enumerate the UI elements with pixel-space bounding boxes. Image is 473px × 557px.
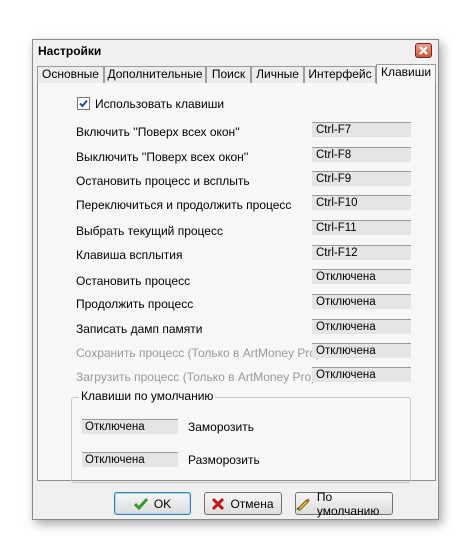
hotkey-label-save-process: Сохранить процесс (Только в ArtMoney Pro…: [76, 346, 321, 360]
close-button[interactable]: [415, 43, 432, 58]
hotkey-field-memory-dump[interactable]: Отключена: [312, 319, 411, 334]
freeze-label: Заморозить: [188, 420, 255, 434]
unfreeze-label: Разморозить: [188, 453, 260, 467]
hotkey-field-switch-continue[interactable]: Ctrl-F10: [312, 195, 411, 210]
unfreeze-hotkey-field[interactable]: Отключена: [82, 452, 178, 467]
hotkey-label-switch-continue: Переключиться и продолжить процесс: [76, 198, 292, 212]
cancel-button[interactable]: Отмена: [204, 492, 282, 515]
title-bar: Настройки: [33, 40, 438, 62]
tab-interface[interactable]: Интерфейс: [304, 66, 376, 83]
hotkey-label-stop-and-popup: Остановить процесс и всплыть: [76, 174, 250, 188]
x-icon: [212, 497, 225, 510]
hotkey-label-continue-process: Продолжить процесс: [76, 297, 194, 311]
default-hotkeys-group: [71, 397, 411, 483]
hotkey-label-on-top-disable: Выключить ''Поверх всех окон'': [76, 150, 249, 164]
use-hotkeys-checkbox[interactable]: [77, 97, 90, 110]
hotkey-label-stop-process: Остановить процесс: [76, 274, 191, 288]
tab-search[interactable]: Поиск: [206, 66, 251, 83]
hotkey-label-on-top-enable: Включить ''Поверх всех окон'': [76, 125, 240, 139]
default-button[interactable]: По умолчанию: [295, 489, 393, 518]
hotkey-label-popup-key: Клавиша всплытия: [76, 248, 183, 262]
pen-icon: [296, 497, 310, 511]
hotkey-field-select-process[interactable]: Ctrl-F11: [312, 220, 411, 235]
hotkey-field-on-top-disable[interactable]: Ctrl-F8: [312, 147, 411, 162]
window-title: Настройки: [38, 44, 102, 58]
tab-personal[interactable]: Личные: [251, 66, 304, 83]
use-hotkeys-label: Использовать клавиши: [95, 97, 225, 111]
close-icon: [419, 46, 428, 55]
tab-additional[interactable]: Дополнительные: [104, 66, 206, 83]
check-icon: [133, 497, 148, 510]
ok-button[interactable]: OK: [114, 492, 191, 515]
hotkey-field-save-process: Отключена: [312, 343, 411, 358]
default-hotkeys-title: Клавиши по умолчанию: [79, 389, 216, 403]
hotkey-label-memory-dump: Записать дамп памяти: [76, 322, 203, 336]
settings-dialog: Настройки Основные Дополнительные Поиск …: [32, 39, 439, 520]
hotkey-label-select-process: Выбрать текущий процесс: [76, 224, 223, 238]
default-button-label: По умолчанию: [316, 489, 380, 518]
ok-button-label: OK: [153, 496, 172, 511]
hotkey-field-load-process: Отключена: [312, 367, 411, 382]
hotkey-field-stop-and-popup[interactable]: Ctrl-F9: [312, 171, 411, 186]
hotkey-field-on-top-enable[interactable]: Ctrl-F7: [312, 122, 411, 137]
hotkey-field-stop-process[interactable]: Отключена: [312, 269, 411, 284]
freeze-hotkey-field[interactable]: Отключена: [82, 419, 178, 434]
tab-strip: Основные Дополнительные Поиск Личные Инт…: [37, 64, 436, 84]
hotkey-field-popup-key[interactable]: Ctrl-F12: [312, 245, 411, 260]
tab-main[interactable]: Основные: [37, 66, 104, 83]
hotkey-label-load-process: Загрузить процесс (Только в ArtMoney Pro…: [76, 370, 316, 384]
checkmark-icon: [79, 99, 88, 108]
hotkey-field-continue-process[interactable]: Отключена: [312, 294, 411, 309]
cancel-button-label: Отмена: [230, 496, 274, 511]
tab-hotkeys[interactable]: Клавиши: [376, 64, 436, 84]
